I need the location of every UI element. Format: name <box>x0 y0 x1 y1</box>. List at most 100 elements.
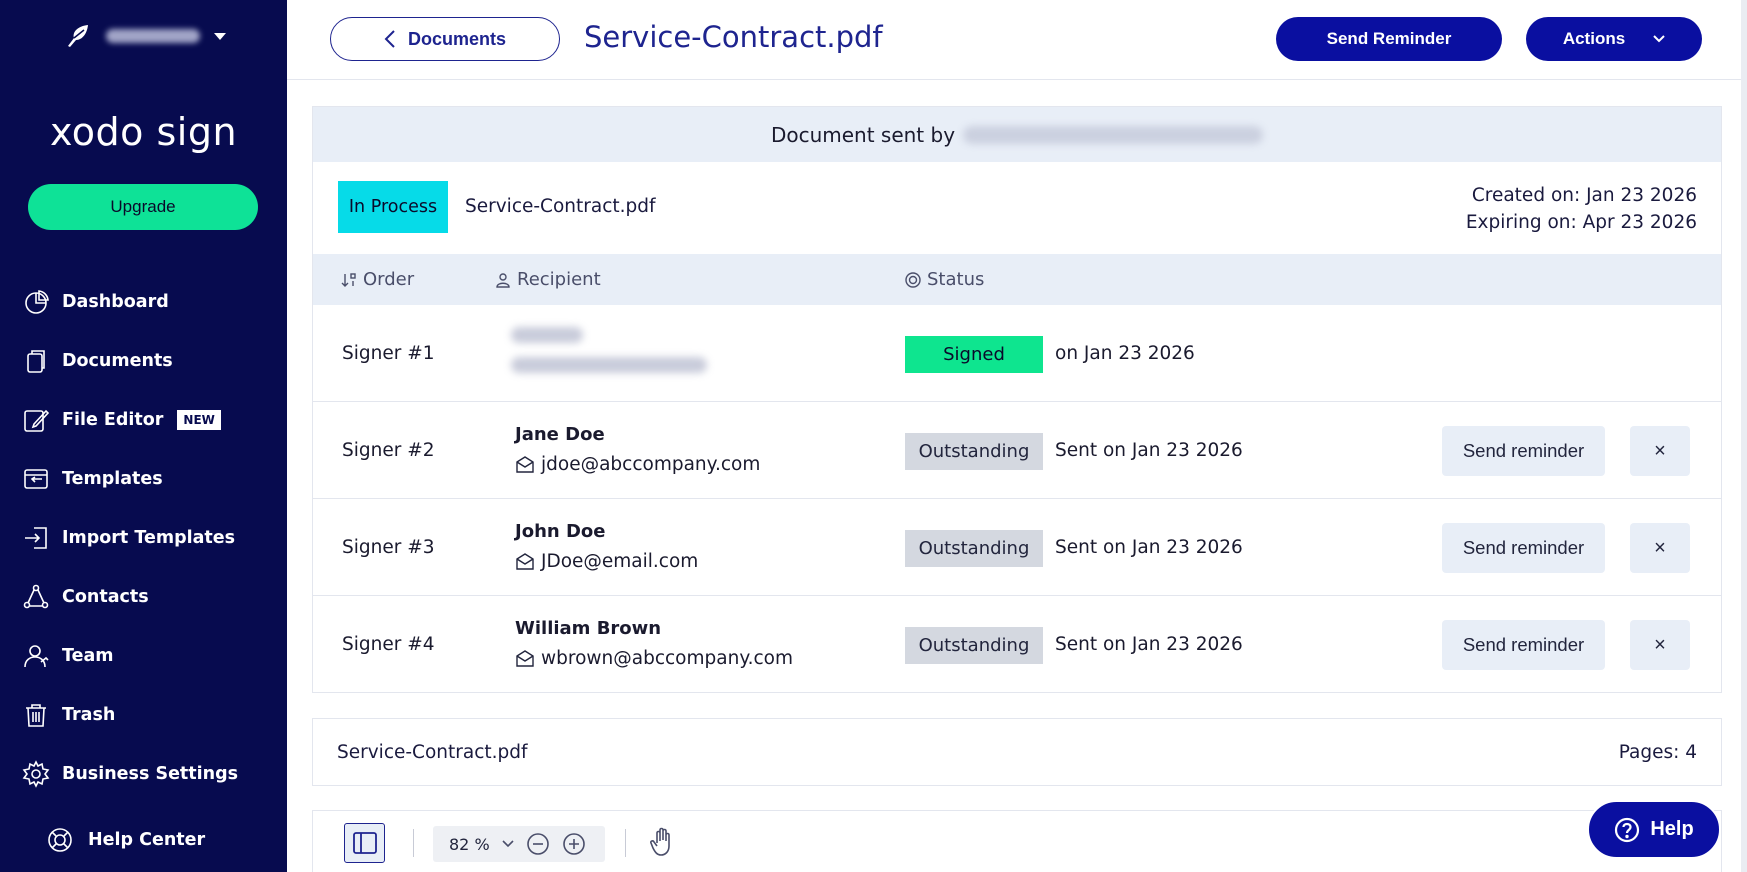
user-menu[interactable] <box>64 22 226 50</box>
header-status: Status <box>905 269 984 290</box>
toggle-sidebar-button[interactable] <box>344 823 385 863</box>
team-icon <box>24 644 49 667</box>
document-card: Document sent by In Process Service-Cont… <box>312 106 1722 693</box>
remove-signer-button[interactable]: × <box>1630 523 1690 573</box>
sidebar-item-contacts[interactable]: Contacts <box>22 567 282 626</box>
documents-icon <box>27 349 45 373</box>
scrollbar[interactable] <box>1741 0 1747 872</box>
actions-label: Actions <box>1562 29 1626 48</box>
actions-button[interactable]: Actions <box>1526 17 1702 61</box>
sidebar-item-label: File Editor <box>62 409 164 430</box>
lifebuoy-icon <box>48 828 72 852</box>
status-icon <box>905 271 921 288</box>
sidebar-item-trash[interactable]: Trash <box>22 685 282 744</box>
status-date: Sent on Jan 23 2026 <box>1055 634 1243 655</box>
chevron-left-icon <box>384 30 395 48</box>
help-button[interactable]: Help <box>1587 800 1721 859</box>
zoom-controls: 82 % <box>433 826 605 862</box>
recipient-email: JDoe@email.com <box>515 551 698 572</box>
sidebar-item-label: Trash <box>62 704 116 725</box>
help-center-link[interactable]: Help Center <box>46 826 205 854</box>
header-recipient-label: Recipient <box>517 269 601 290</box>
recipient-name: Jane Doe <box>515 424 605 445</box>
sidebar-item-label: Business Settings <box>62 763 239 784</box>
sidebar-panel-icon <box>352 832 377 854</box>
table-row: Signer #3 John Doe JDoe@email.com Outsta… <box>313 499 1721 596</box>
outstanding-badge: Outstanding <box>905 627 1043 664</box>
recipient-name: William Brown <box>515 618 662 639</box>
zoom-in-icon[interactable] <box>562 832 586 856</box>
file-info-bar: Service-Contract.pdf Pages: 4 <box>312 718 1722 786</box>
table-row: Signer #1 Signed on Jan 23 2026 <box>313 305 1721 402</box>
signer-order: Signer #2 <box>342 440 435 461</box>
signed-badge: Signed <box>905 336 1043 373</box>
help-label: Help <box>1650 818 1694 840</box>
sidebar-item-label: Team <box>62 645 114 666</box>
envelope-icon <box>516 552 534 570</box>
sidebar: xodo sign Upgrade Dashboard Documents Fi… <box>0 0 287 872</box>
status-date: on Jan 23 2026 <box>1055 343 1195 364</box>
sender-email-redacted <box>963 125 1264 144</box>
send-reminder-row-button[interactable]: Send reminder <box>1442 426 1605 476</box>
caret-down-icon[interactable] <box>214 32 226 40</box>
page-title: Service-Contract.pdf <box>584 20 883 54</box>
page-count: Pages: 4 <box>1618 742 1697 763</box>
send-reminder-row-button[interactable]: Send reminder <box>1442 620 1605 670</box>
remove-signer-button[interactable]: × <box>1630 620 1690 670</box>
sidebar-item-team[interactable]: Team <box>22 626 282 685</box>
zoom-level-select[interactable]: 82 % <box>449 835 490 854</box>
recipient-name: John Doe <box>515 521 606 542</box>
chevron-down-icon[interactable] <box>502 840 514 848</box>
templates-icon <box>24 468 48 489</box>
recipient-email-text: wbrown@abccompany.com <box>541 648 794 669</box>
signer-order: Signer #4 <box>342 634 435 655</box>
sidebar-item-templates[interactable]: Templates <box>22 449 282 508</box>
table-header: Order Recipient Status <box>313 254 1721 305</box>
sidebar-item-documents[interactable]: Documents <box>22 331 282 390</box>
remove-signer-button[interactable]: × <box>1630 426 1690 476</box>
status-date: Sent on Jan 23 2026 <box>1055 440 1243 461</box>
toolbar-divider <box>625 829 626 857</box>
user-icon <box>496 272 510 288</box>
header-status-label: Status <box>927 269 985 290</box>
header-order[interactable]: Order <box>341 269 414 290</box>
recipient-email: jdoe@abccompany.com <box>515 454 760 475</box>
user-name-redacted <box>106 29 200 43</box>
zoom-out-icon[interactable] <box>526 832 550 856</box>
recipient-email-text: JDoe@email.com <box>541 551 699 572</box>
sidebar-item-label: Templates <box>62 468 163 489</box>
sidebar-item-business-settings[interactable]: Business Settings <box>22 744 282 803</box>
back-to-documents-button[interactable]: Documents <box>330 17 560 61</box>
document-file-name: Service-Contract.pdf <box>465 196 656 217</box>
brand-logo: xodo sign <box>49 110 238 154</box>
recipient-email: wbrown@abccompany.com <box>515 648 793 669</box>
sidebar-item-file-editor[interactable]: File Editor NEW <box>22 390 282 449</box>
sidebar-item-label: Documents <box>62 350 173 371</box>
envelope-icon <box>516 455 534 473</box>
expiring-date: Expiring on: Apr 23 2026 <box>1465 212 1697 233</box>
sidebar-nav: Dashboard Documents File Editor NEW Temp… <box>22 272 282 803</box>
pan-hand-icon[interactable] <box>649 827 677 857</box>
chevron-down-icon <box>1653 35 1665 43</box>
import-templates-icon <box>25 526 47 549</box>
help-circle-icon <box>1615 817 1640 842</box>
status-date: Sent on Jan 23 2026 <box>1055 537 1243 558</box>
header-order-label: Order <box>363 269 415 290</box>
signer-order: Signer #1 <box>342 343 435 364</box>
sidebar-item-label: Contacts <box>62 586 149 607</box>
document-meta: In Process Service-Contract.pdf Created … <box>313 162 1721 254</box>
sidebar-item-import-templates[interactable]: Import Templates <box>22 508 282 567</box>
feather-logo-icon <box>68 25 88 47</box>
page-header: Documents Service-Contract.pdf Send Remi… <box>287 0 1747 80</box>
file-info-name: Service-Contract.pdf <box>337 742 528 763</box>
status-badge: In Process <box>338 181 448 233</box>
send-reminder-button[interactable]: Send Reminder <box>1276 17 1502 61</box>
send-reminder-row-button[interactable]: Send reminder <box>1442 523 1605 573</box>
table-row: Signer #2 Jane Doe jdoe@abccompany.com O… <box>313 402 1721 499</box>
upgrade-button[interactable]: Upgrade <box>28 184 258 230</box>
header-recipient: Recipient <box>495 269 601 290</box>
dashboard-icon <box>25 289 49 314</box>
sidebar-item-dashboard[interactable]: Dashboard <box>22 272 282 331</box>
created-date: Created on: Jan 23 2026 <box>1471 185 1697 206</box>
file-editor-icon <box>24 409 50 432</box>
